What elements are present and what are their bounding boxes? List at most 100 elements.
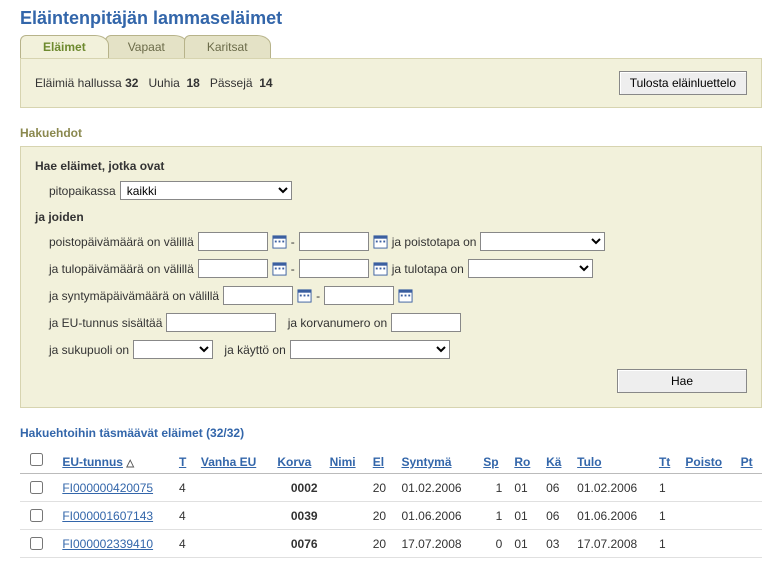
calendar-icon[interactable] [272, 261, 287, 276]
cell-korva: 0039 [271, 502, 323, 530]
tulo-to-input[interactable] [299, 259, 369, 278]
col-tt[interactable]: Tt [659, 455, 670, 469]
cell-syntyma: 01.02.2006 [396, 474, 478, 502]
col-eu[interactable]: EU-tunnus [62, 455, 123, 469]
synt-to-input[interactable] [324, 286, 394, 305]
calendar-icon[interactable] [297, 288, 312, 303]
col-pt[interactable]: Pt [741, 455, 753, 469]
col-tulo[interactable]: Tulo [577, 455, 601, 469]
select-all-checkbox[interactable] [30, 453, 43, 466]
sp-label: ja sukupuoli on [49, 343, 129, 357]
col-el[interactable]: El [373, 455, 384, 469]
cell-syntyma: 01.06.2006 [396, 502, 478, 530]
poisto-from-input[interactable] [198, 232, 268, 251]
tab-karitsat[interactable]: Karitsat [184, 35, 271, 58]
cell-tulo: 17.07.2008 [571, 530, 653, 558]
cell-ka: 06 [540, 474, 571, 502]
cell-sp: 1 [477, 474, 508, 502]
tulo-from-input[interactable] [198, 259, 268, 278]
row-checkbox[interactable] [30, 509, 43, 522]
held-value: 32 [125, 76, 138, 90]
print-list-button[interactable]: Tulosta eläinluettelo [619, 71, 747, 95]
cell-el: 20 [367, 474, 396, 502]
cell-korva: 0076 [271, 530, 323, 558]
eu-link[interactable]: FI000002339410 [62, 537, 153, 551]
table-row: FI000001607143400392001.06.20061010601.0… [20, 502, 762, 530]
dash: - [291, 262, 295, 276]
col-korva[interactable]: Korva [277, 455, 311, 469]
korva-label: ja korvanumero on [288, 316, 387, 330]
tabs: Eläimet Vapaat Karitsat [20, 35, 762, 58]
cell-syntyma: 17.07.2008 [396, 530, 478, 558]
calendar-icon[interactable] [272, 234, 287, 249]
cell-poisto [679, 502, 734, 530]
tulo-label: ja tulopäivämäärä on välillä [49, 262, 194, 276]
page-title: Eläintenpitäjän lammaseläimet [20, 8, 762, 29]
row-checkbox[interactable] [30, 481, 43, 494]
tulotapa-select[interactable] [468, 259, 593, 278]
ewes-label: Uuhia [148, 76, 179, 90]
col-vanha[interactable]: Vanha EU [201, 455, 256, 469]
eu-tunnus-input[interactable] [166, 313, 276, 332]
eu-link[interactable]: FI000000420075 [62, 481, 153, 495]
hae-button[interactable]: Hae [617, 369, 747, 393]
cell-tt: 1 [653, 502, 679, 530]
col-ro[interactable]: Ro [514, 455, 530, 469]
cell-el: 20 [367, 530, 396, 558]
cell-t: 4 [173, 474, 195, 502]
cell-ka: 03 [540, 530, 571, 558]
col-sp[interactable]: Sp [483, 455, 498, 469]
col-poisto[interactable]: Poisto [685, 455, 722, 469]
col-syntyma[interactable]: Syntymä [402, 455, 452, 469]
cell-vanha [195, 474, 271, 502]
col-nimi[interactable]: Nimi [330, 455, 356, 469]
cell-poisto [679, 474, 734, 502]
calendar-icon[interactable] [398, 288, 413, 303]
tab-vapaat[interactable]: Vapaat [105, 35, 188, 58]
cell-el: 20 [367, 502, 396, 530]
col-t[interactable]: T [179, 455, 186, 469]
poistotapa-select[interactable] [480, 232, 605, 251]
pitopaikassa-label: pitopaikassa [49, 184, 116, 198]
criteria-box: Hae eläimet, jotka ovat pitopaikassa kai… [20, 146, 762, 408]
tab-animals[interactable]: Eläimet [20, 35, 109, 58]
cell-tulo: 01.02.2006 [571, 474, 653, 502]
cell-tulo: 01.06.2006 [571, 502, 653, 530]
row-checkbox[interactable] [30, 537, 43, 550]
synt-label: ja syntymäpäivämäärä on välillä [49, 289, 219, 303]
cell-tt: 1 [653, 474, 679, 502]
cell-vanha [195, 530, 271, 558]
cell-sp: 1 [477, 502, 508, 530]
calendar-icon[interactable] [373, 234, 388, 249]
cell-tt: 1 [653, 530, 679, 558]
cell-korva: 0002 [271, 474, 323, 502]
eu-label: ja EU-tunnus sisältää [49, 316, 162, 330]
pitopaikassa-select[interactable]: kaikki [120, 181, 292, 200]
cell-ro: 01 [508, 502, 540, 530]
calendar-icon[interactable] [373, 261, 388, 276]
cell-sp: 0 [477, 530, 508, 558]
table-row: FI000002339410400762017.07.20080010317.0… [20, 530, 762, 558]
criteria-head-1: Hae eläimet, jotka ovat [35, 159, 747, 173]
synt-from-input[interactable] [223, 286, 293, 305]
kaytto-select[interactable] [290, 340, 450, 359]
cell-pt [735, 530, 762, 558]
eu-link[interactable]: FI000001607143 [62, 509, 153, 523]
criteria-title: Hakuehdot [20, 126, 762, 140]
cell-nimi [324, 502, 367, 530]
poisto-to-input[interactable] [299, 232, 369, 251]
dash: - [291, 235, 295, 249]
col-ka[interactable]: Kä [546, 455, 561, 469]
cell-pt [735, 502, 762, 530]
cell-ro: 01 [508, 474, 540, 502]
cell-nimi [324, 530, 367, 558]
results-title: Hakuehtoihin täsmäävät eläimet (32/32) [20, 426, 762, 440]
sukupuoli-select[interactable] [133, 340, 213, 359]
korvanumero-input[interactable] [391, 313, 461, 332]
rams-label: Pässejä [210, 76, 253, 90]
criteria-head-2: ja joiden [35, 210, 747, 224]
poistotapa-label: ja poistotapa on [392, 235, 477, 249]
cell-pt [735, 474, 762, 502]
tulotapa-label: ja tulotapa on [392, 262, 464, 276]
summary-text: Eläimiä hallussa 32 Uuhia 18 Pässejä 14 [35, 76, 273, 90]
